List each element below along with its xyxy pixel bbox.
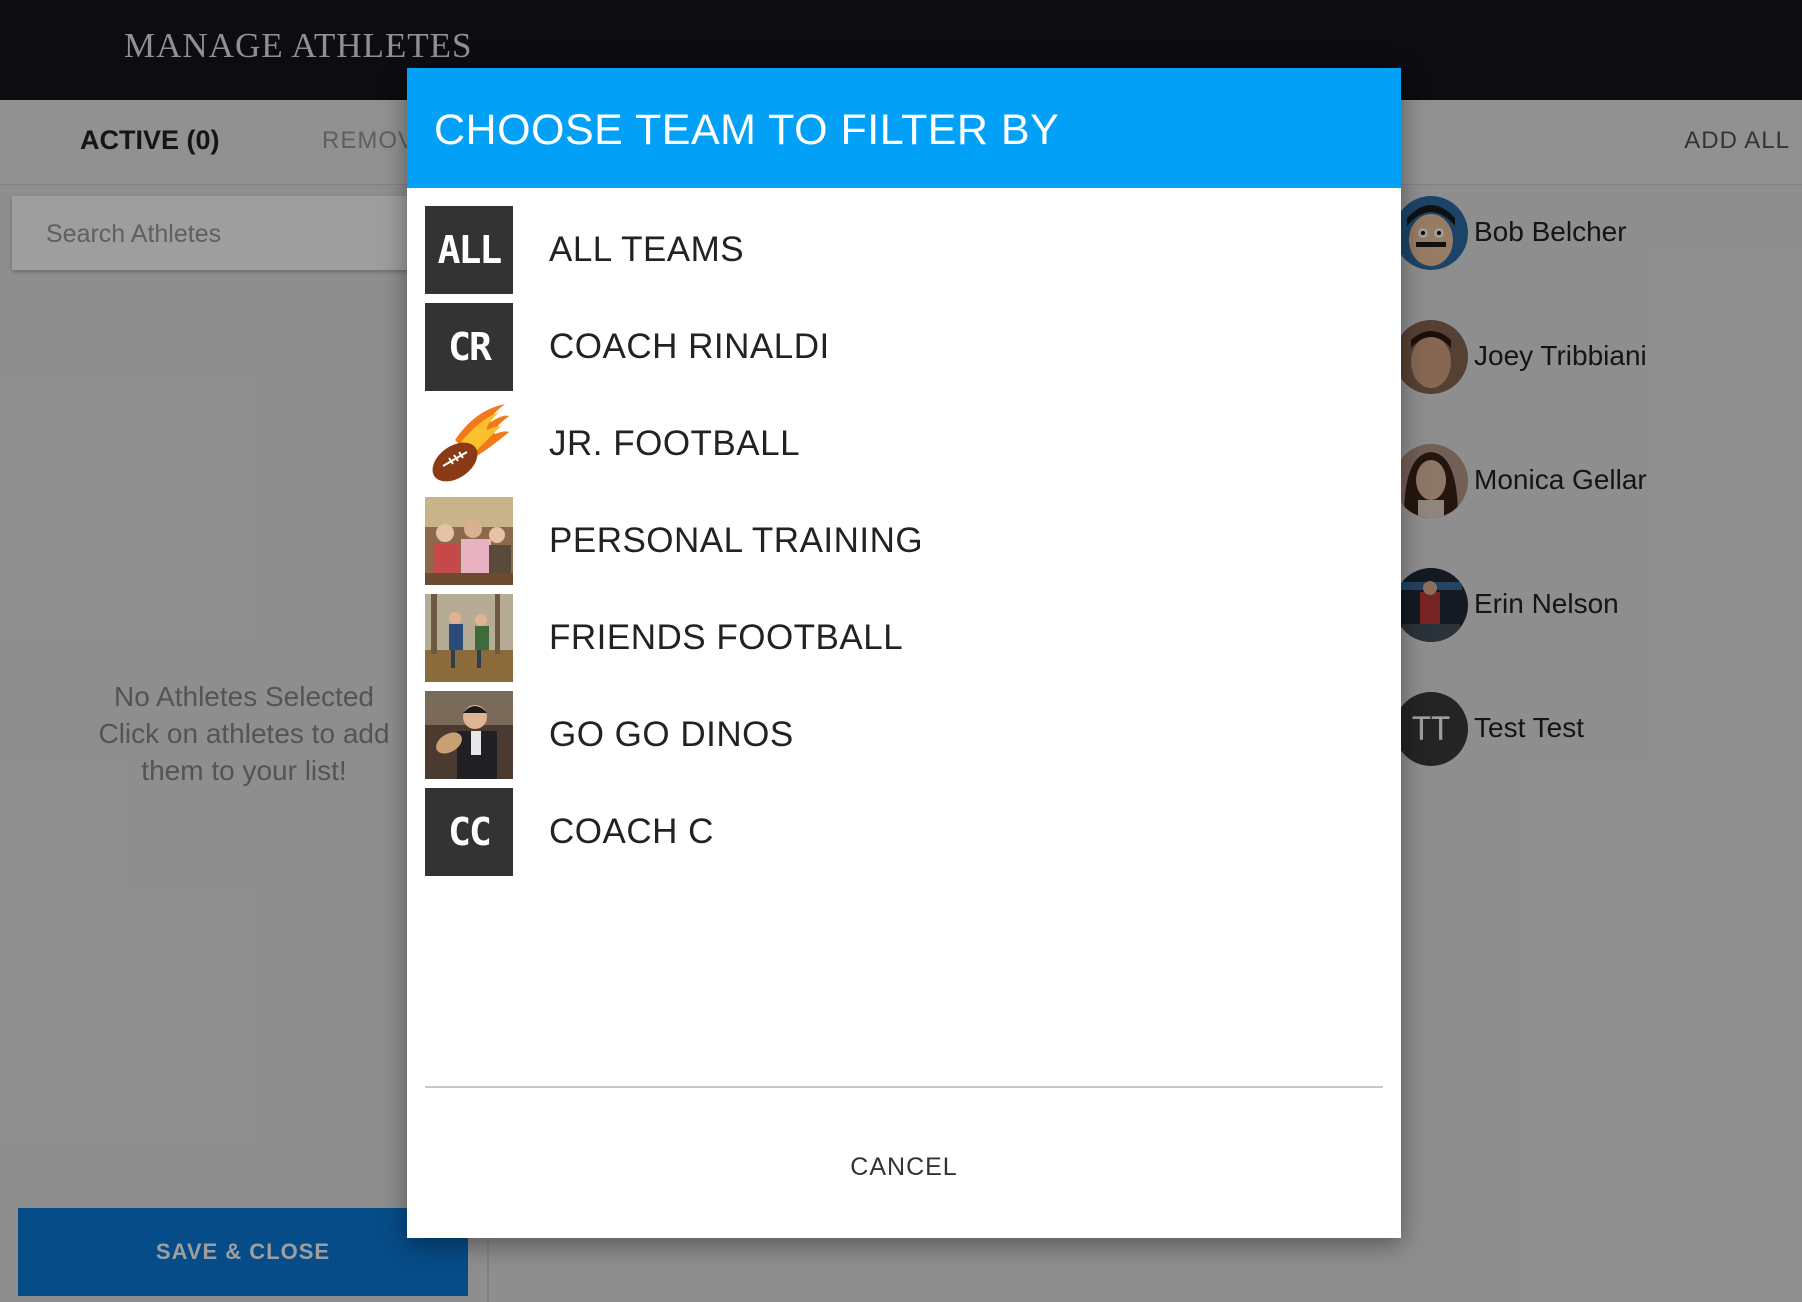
cancel-button[interactable]: CANCEL bbox=[804, 1141, 1004, 1193]
team-photo-icon bbox=[425, 691, 513, 779]
team-label: JR. FOOTBALL bbox=[549, 424, 801, 463]
team-item-coach-rinaldi[interactable]: CR COACH RINALDI bbox=[425, 303, 1385, 400]
team-label: FRIENDS FOOTBALL bbox=[549, 618, 904, 657]
team-item-personal-training[interactable]: PERSONAL TRAINING bbox=[425, 497, 1385, 594]
team-initials-icon: CR bbox=[425, 303, 513, 391]
team-photo-icon bbox=[425, 497, 513, 585]
team-item-go-go-dinos[interactable]: GO GO DINOS bbox=[425, 691, 1385, 788]
dialog-divider bbox=[425, 1086, 1383, 1088]
team-label: GO GO DINOS bbox=[549, 715, 794, 754]
team-item-friends-football[interactable]: FRIENDS FOOTBALL bbox=[425, 594, 1385, 691]
team-initials-icon: CC bbox=[425, 788, 513, 876]
team-item-all-teams[interactable]: ALL ALL TEAMS bbox=[425, 206, 1385, 303]
team-label: COACH C bbox=[549, 812, 714, 851]
team-item-coach-c[interactable]: CC COACH C bbox=[425, 788, 1385, 885]
team-label: ALL TEAMS bbox=[549, 230, 745, 269]
dialog-title: CHOOSE TEAM TO FILTER BY bbox=[434, 106, 1060, 154]
dialog-header: CHOOSE TEAM TO FILTER BY bbox=[407, 68, 1401, 188]
flaming-football-icon bbox=[425, 400, 513, 488]
team-label: COACH RINALDI bbox=[549, 327, 830, 366]
team-label: PERSONAL TRAINING bbox=[549, 521, 924, 560]
team-filter-dialog: CHOOSE TEAM TO FILTER BY ALL ALL TEAMS C… bbox=[407, 68, 1401, 1238]
team-item-jr-football[interactable]: JR. FOOTBALL bbox=[425, 400, 1385, 497]
team-photo-icon bbox=[425, 594, 513, 682]
team-list: ALL ALL TEAMS CR COACH RINALDI JR. FOOTB… bbox=[425, 206, 1385, 885]
team-initials-icon: ALL bbox=[425, 206, 513, 294]
